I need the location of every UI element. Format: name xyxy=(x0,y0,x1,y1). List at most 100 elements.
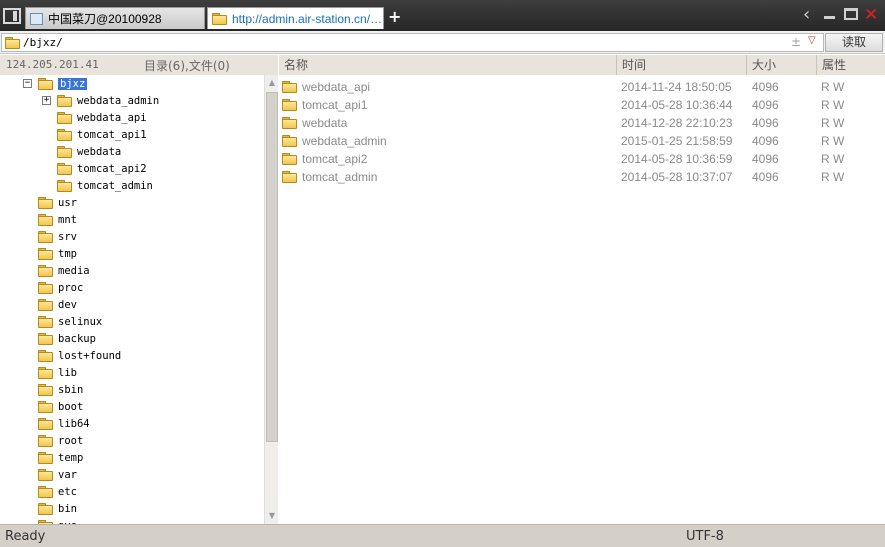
file-attr: R W xyxy=(821,116,845,130)
path-value: /bjxz/ xyxy=(23,36,63,49)
file-attr: R W xyxy=(821,134,845,148)
tree-item-label: root xyxy=(58,434,84,447)
file-name: webdata xyxy=(302,116,348,130)
status-text: Ready xyxy=(5,529,46,544)
status-bar: Ready UTF-8 xyxy=(0,524,885,547)
tree-item-label: webdata_admin xyxy=(77,94,160,107)
file-row[interactable]: webdata_api 2014-11-24 18:50:05 4096 R W xyxy=(279,78,879,96)
folder-icon xyxy=(38,434,53,447)
tree-item[interactable]: bin xyxy=(38,500,77,517)
folder-icon xyxy=(38,417,53,430)
scroll-up-icon[interactable]: ▲ xyxy=(266,76,278,90)
host-address: 124.205.201.41 xyxy=(6,58,99,71)
tree-item-child[interactable]: webdata_api xyxy=(57,109,147,126)
expand-toggle[interactable]: + xyxy=(42,96,51,105)
tree-item-label: lib xyxy=(58,366,77,379)
file-row[interactable]: tomcat_api1 2014-05-28 10:36:44 4096 R W xyxy=(279,96,879,114)
tree-item-label: var xyxy=(58,468,77,481)
tree-item[interactable]: etc xyxy=(38,483,77,500)
scroll-down-icon[interactable]: ▼ xyxy=(266,509,278,523)
folder-icon xyxy=(212,12,227,25)
folder-icon xyxy=(282,99,297,111)
minimize-icon[interactable] xyxy=(824,8,836,20)
file-attr: R W xyxy=(821,80,845,94)
tree-item-label: proc xyxy=(58,281,84,294)
tree-item[interactable]: media xyxy=(38,262,90,279)
tree-item[interactable]: boot xyxy=(38,398,83,415)
tree-scrollbar[interactable]: ▲ ▼ xyxy=(264,75,278,524)
column-name[interactable]: 名称 xyxy=(279,55,617,75)
chevron-left-icon[interactable]: ‹ xyxy=(803,6,810,24)
tree-item-label: webdata xyxy=(77,145,122,158)
path-input[interactable]: /bjxz/ ± ▽ xyxy=(1,33,824,52)
read-button[interactable]: 读取 xyxy=(825,33,883,52)
file-row[interactable]: webdata_admin 2015-01-25 21:58:59 4096 R W xyxy=(279,132,879,150)
tree-item-label: backup xyxy=(58,332,96,345)
folder-icon xyxy=(38,247,53,260)
file-row[interactable]: webdata 2014-12-28 22:10:23 4096 R W xyxy=(279,114,879,132)
left-pane-header: 124.205.201.41 目录(6),文件(0) xyxy=(0,55,278,75)
scrollbar-thumb[interactable] xyxy=(266,92,278,442)
column-time[interactable]: 时间 xyxy=(617,55,747,75)
tree-item[interactable]: sbin xyxy=(38,381,83,398)
folder-icon xyxy=(38,451,53,464)
tab-label: http://admin.air-station.cn/dat... xyxy=(232,11,383,26)
tree-item-child[interactable]: tomcat_api2 xyxy=(57,160,147,177)
folder-icon xyxy=(57,179,72,192)
folder-icon xyxy=(57,145,72,158)
tree-item-child[interactable]: webdata xyxy=(57,143,121,160)
folder-icon xyxy=(282,117,297,129)
file-row[interactable]: tomcat_api2 2014-05-28 10:36:59 4096 R W xyxy=(279,150,879,168)
file-attr: R W xyxy=(821,170,845,184)
tree-item[interactable]: lib64 xyxy=(38,415,90,432)
tree-item-child[interactable]: tomcat_admin xyxy=(57,177,153,194)
tree-item[interactable]: lib xyxy=(38,364,77,381)
tree-item[interactable]: usr xyxy=(38,194,77,211)
folder-icon xyxy=(282,135,297,147)
maximize-icon[interactable] xyxy=(844,8,858,20)
tree-item[interactable]: tmp xyxy=(38,245,77,262)
tree-item[interactable]: lost+found xyxy=(38,347,121,364)
tab-file-manager[interactable]: http://admin.air-station.cn/dat... xyxy=(207,7,384,29)
tree-item-child[interactable]: webdata_admin xyxy=(57,92,159,109)
tree-item-label: media xyxy=(58,264,90,277)
file-name: webdata_admin xyxy=(302,134,387,148)
tree-item[interactable]: mnt xyxy=(38,211,77,228)
file-name: tomcat_admin xyxy=(302,170,378,184)
collapse-toggle[interactable]: − xyxy=(23,79,32,88)
title-bar: 中国菜刀@20100928 http://admin.air-station.c… xyxy=(0,0,885,31)
tree-item-child[interactable]: tomcat_api1 xyxy=(57,126,147,143)
folder-icon xyxy=(38,196,53,209)
folder-icon xyxy=(57,94,72,107)
path-star-icon[interactable]: ± xyxy=(791,35,801,49)
tree-item-bjxz[interactable]: bjxz xyxy=(38,75,88,92)
chevron-down-icon[interactable]: ▽ xyxy=(808,35,816,46)
file-list-header: 名称 时间 大小 属性 xyxy=(279,55,885,75)
app-icon[interactable] xyxy=(3,8,21,24)
tree-item[interactable]: srv xyxy=(38,228,77,245)
close-icon[interactable]: ✕ xyxy=(864,6,878,24)
tree-item[interactable]: dev xyxy=(38,296,77,313)
tree-item[interactable]: sys xyxy=(38,517,77,524)
folder-icon xyxy=(38,349,53,362)
file-row[interactable]: tomcat_admin 2014-05-28 10:37:07 4096 R W xyxy=(279,168,879,186)
new-tab-button[interactable]: + xyxy=(388,9,401,25)
folder-icon xyxy=(38,485,53,498)
tree-item[interactable]: backup xyxy=(38,330,96,347)
tree-item-label: dev xyxy=(58,298,77,311)
tree-item[interactable]: root xyxy=(38,432,83,449)
tree-item-label: tomcat_api2 xyxy=(77,162,147,175)
tab-main[interactable]: 中国菜刀@20100928 xyxy=(25,7,205,29)
tree-item[interactable]: var xyxy=(38,466,77,483)
file-name: webdata_api xyxy=(302,80,371,94)
folder-icon xyxy=(38,366,53,379)
column-attributes[interactable]: 属性 xyxy=(817,55,885,75)
column-size[interactable]: 大小 xyxy=(747,55,817,75)
tree-item[interactable]: proc xyxy=(38,279,83,296)
tree-item-label: selinux xyxy=(58,315,103,328)
tree-item[interactable]: temp xyxy=(38,449,83,466)
tree-item[interactable]: selinux xyxy=(38,313,102,330)
file-time: 2014-12-28 22:10:23 xyxy=(621,116,733,130)
folder-icon xyxy=(38,315,53,328)
tree-item-label: sbin xyxy=(58,383,84,396)
